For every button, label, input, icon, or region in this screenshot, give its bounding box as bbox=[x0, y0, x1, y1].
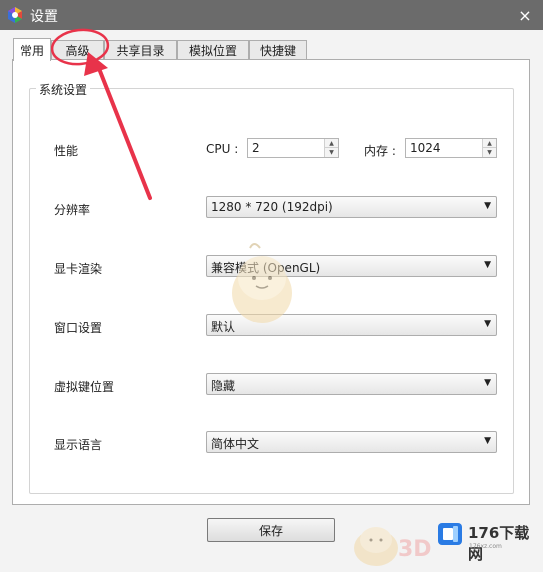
cpu-label: CPU : bbox=[206, 142, 239, 156]
performance-label: 性能 bbox=[54, 144, 79, 158]
language-select[interactable]: 简体中文 ▼ bbox=[206, 431, 497, 453]
close-icon: × bbox=[518, 5, 532, 25]
cpu-stepper[interactable]: 2 ▲ ▼ bbox=[247, 138, 339, 158]
chevron-down-icon: ▼ bbox=[484, 378, 491, 388]
window-setting-value: 默认 bbox=[211, 320, 236, 334]
tab-shortcuts[interactable]: 快捷键 bbox=[249, 40, 307, 60]
resolution-label: 分辨率 bbox=[54, 203, 91, 217]
memory-decrement-icon[interactable]: ▼ bbox=[483, 148, 496, 157]
group-title: 系统设置 bbox=[36, 81, 91, 98]
cpu-decrement-icon[interactable]: ▼ bbox=[325, 148, 338, 157]
tab-label: 高级 bbox=[65, 44, 90, 58]
watermark-3d-mark: 3D bbox=[398, 537, 432, 562]
save-button[interactable]: 保存 bbox=[207, 518, 335, 542]
app-logo-icon bbox=[8, 7, 22, 23]
tab-label: 常用 bbox=[19, 43, 44, 58]
window-setting-label: 窗口设置 bbox=[54, 321, 103, 335]
graphics-select[interactable]: 兼容模式 (OpenGL) ▼ bbox=[206, 255, 497, 277]
language-label: 显示语言 bbox=[54, 438, 103, 452]
virtual-keys-value: 隐藏 bbox=[211, 379, 236, 393]
tab-general[interactable]: 常用 bbox=[13, 38, 51, 61]
tab-shared-folder[interactable]: 共享目录 bbox=[104, 40, 177, 60]
close-button[interactable]: × bbox=[513, 4, 537, 26]
cpu-stepper-arrows: ▲ ▼ bbox=[324, 139, 338, 157]
title-bar: 设置 × bbox=[0, 0, 543, 30]
chevron-down-icon: ▼ bbox=[484, 436, 491, 446]
site-logo-icon bbox=[438, 523, 462, 545]
resolution-value: 1280 * 720 (192dpi) bbox=[211, 200, 333, 214]
memory-stepper[interactable]: 1024 ▲ ▼ bbox=[405, 138, 497, 158]
tab-label: 共享目录 bbox=[116, 44, 165, 58]
graphics-label: 显卡渲染 bbox=[54, 262, 103, 276]
tab-advanced[interactable]: 高级 bbox=[51, 40, 104, 60]
memory-label: 内存 : bbox=[364, 144, 396, 158]
memory-value: 1024 bbox=[410, 141, 441, 155]
chevron-down-icon: ▼ bbox=[484, 260, 491, 270]
cpu-value: 2 bbox=[252, 141, 260, 155]
virtual-keys-select[interactable]: 隐藏 ▼ bbox=[206, 373, 497, 395]
cpu-increment-icon[interactable]: ▲ bbox=[325, 139, 338, 148]
tab-mock-location[interactable]: 模拟位置 bbox=[177, 40, 249, 60]
memory-increment-icon[interactable]: ▲ bbox=[483, 139, 496, 148]
site-logo-subtext: 176xz.com bbox=[469, 543, 502, 550]
save-button-label: 保存 bbox=[258, 523, 283, 538]
window-setting-select[interactable]: 默认 ▼ bbox=[206, 314, 497, 336]
chevron-down-icon: ▼ bbox=[484, 201, 491, 211]
tab-label: 快捷键 bbox=[259, 44, 296, 58]
graphics-value: 兼容模式 (OpenGL) bbox=[211, 261, 321, 275]
settings-window: 设置 × 常用 高级 共享目录 模拟位置 快捷键 系统设置 性能 CPU : 2… bbox=[0, 0, 543, 572]
virtual-keys-label: 虚拟键位置 bbox=[54, 380, 115, 394]
resolution-select[interactable]: 1280 * 720 (192dpi) ▼ bbox=[206, 196, 497, 218]
tab-label: 模拟位置 bbox=[188, 44, 237, 58]
memory-stepper-arrows: ▲ ▼ bbox=[482, 139, 496, 157]
window-title: 设置 bbox=[30, 9, 58, 25]
language-value: 简体中文 bbox=[211, 437, 260, 451]
chevron-down-icon: ▼ bbox=[484, 319, 491, 329]
